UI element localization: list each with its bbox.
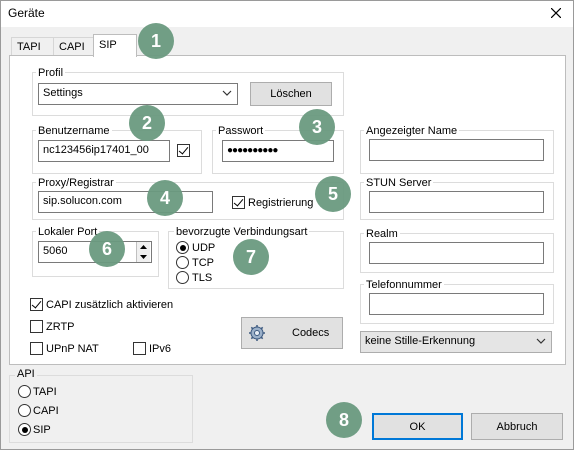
silence-detection-select[interactable]: keine Stille-Erkennung <box>360 331 552 353</box>
annotation-badge: 5 <box>315 176 351 212</box>
spin-up-icon[interactable] <box>137 242 150 252</box>
capi-extra-checkbox[interactable] <box>30 298 43 311</box>
title-bar: Geräte <box>1 1 573 27</box>
tab-label: TAPI <box>17 41 41 53</box>
local-port-label: Lokaler Port <box>36 226 100 239</box>
local-port-value: 5060 <box>43 245 68 257</box>
ok-button[interactable]: OK <box>372 413 463 440</box>
port-spinner[interactable] <box>136 242 150 262</box>
proxy-value: sip.solucon.com <box>43 195 122 207</box>
realm-field[interactable] <box>369 242 544 264</box>
device-dialog: Geräte TAPI CAPI SIP Profil Settings Lös… <box>0 0 574 450</box>
tab-tapi[interactable]: TAPI <box>11 37 54 56</box>
annotation-badge: 2 <box>129 105 165 141</box>
sip-panel: Profil Settings Löschen Benutzername nc1… <box>9 55 566 365</box>
api-capi-radio[interactable] <box>18 404 31 417</box>
transport-udp-radio[interactable] <box>176 241 189 254</box>
close-icon <box>551 8 561 18</box>
upnp-checkbox[interactable] <box>30 342 43 355</box>
close-button[interactable] <box>543 3 569 23</box>
realm-label: Realm <box>364 228 400 241</box>
annotation-badge: 7 <box>233 239 269 275</box>
codecs-label: Codecs <box>292 327 330 339</box>
cancel-label: Abbruch <box>496 420 538 433</box>
display-name-label: Angezeigter Name <box>364 125 460 138</box>
api-tapi-radio[interactable] <box>18 385 31 398</box>
zrtp-checkbox[interactable] <box>30 320 43 333</box>
delete-profile-label: Löschen <box>270 88 312 100</box>
upnp-label: UPnP NAT <box>46 343 99 355</box>
annotation-badge: 8 <box>326 402 362 438</box>
tab-sip[interactable]: SIP <box>93 34 137 57</box>
transport-label: bevorzugte Verbindungsart <box>174 226 310 239</box>
api-group-label: API <box>15 368 37 381</box>
tab-label: SIP <box>99 39 117 51</box>
api-capi-label: CAPI <box>33 405 59 417</box>
spin-down-icon[interactable] <box>137 252 150 262</box>
delete-profile-button[interactable]: Löschen <box>250 82 332 106</box>
transport-tls-radio[interactable] <box>176 271 189 284</box>
display-name-field[interactable] <box>369 139 544 161</box>
ok-label: OK <box>409 420 426 433</box>
username-label: Benutzername <box>36 125 112 138</box>
username-field[interactable]: nc123456ip17401_00 <box>38 140 170 162</box>
tab-label: CAPI <box>59 41 85 53</box>
ipv6-checkbox[interactable] <box>133 342 146 355</box>
tab-capi[interactable]: CAPI <box>53 37 95 56</box>
transport-tcp-radio[interactable] <box>176 256 189 269</box>
annotation-badge: 1 <box>138 23 174 59</box>
transport-udp-label: UDP <box>192 242 216 254</box>
password-label: Passwort <box>216 125 266 138</box>
phone-field[interactable] <box>369 293 544 315</box>
transport-tcp-label: TCP <box>192 257 214 269</box>
codecs-button[interactable]: Codecs <box>241 317 343 349</box>
stun-label: STUN Server <box>364 177 434 190</box>
chevron-down-icon <box>222 90 232 96</box>
registration-checkbox[interactable] <box>232 196 245 209</box>
window-title: Geräte <box>8 6 45 20</box>
password-value: ●●●●●●●●●● <box>227 145 278 156</box>
chevron-down-icon <box>536 338 546 344</box>
annotation-badge: 3 <box>299 109 335 145</box>
ipv6-label: IPv6 <box>149 343 172 355</box>
registration-label: Registrierung <box>248 197 314 209</box>
stun-field[interactable] <box>369 191 544 213</box>
annotation-badge: 6 <box>89 231 125 267</box>
silence-detection-value: keine Stille-Erkennung <box>365 335 476 347</box>
annotation-badge: 4 <box>147 180 183 216</box>
codec-gear-icon <box>249 325 265 341</box>
api-sip-label: SIP <box>33 424 51 436</box>
cancel-button[interactable]: Abbruch <box>471 413 563 440</box>
zrtp-label: ZRTP <box>46 321 75 333</box>
username-checkbox[interactable] <box>177 144 190 157</box>
proxy-label: Proxy/Registrar <box>36 177 116 190</box>
capi-extra-label: CAPI zusätzlich aktivieren <box>46 299 174 311</box>
profile-group-label: Profil <box>36 67 66 80</box>
profile-select[interactable]: Settings <box>38 83 238 105</box>
profile-select-value: Settings <box>43 87 83 99</box>
username-value: nc123456ip17401_00 <box>43 144 149 156</box>
api-tapi-label: TAPI <box>33 386 57 398</box>
transport-tls-label: TLS <box>192 272 213 284</box>
phone-label: Telefonnummer <box>364 279 444 292</box>
api-sip-radio[interactable] <box>18 423 31 436</box>
proxy-field[interactable]: sip.solucon.com <box>38 191 213 213</box>
